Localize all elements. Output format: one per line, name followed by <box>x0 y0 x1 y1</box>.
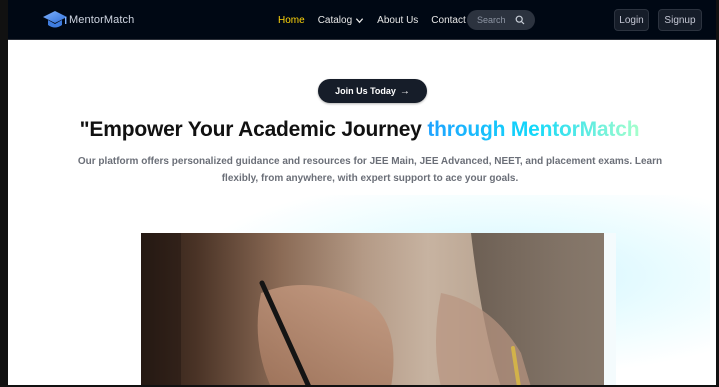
join-us-button[interactable]: Join Us Today → <box>318 79 427 103</box>
arrow-right-icon: → <box>399 85 410 97</box>
graduation-cap-icon <box>43 11 67 28</box>
login-button[interactable]: Login <box>614 9 649 31</box>
nav-link-home[interactable]: Home <box>278 15 305 26</box>
student-writing-photo <box>141 233 604 387</box>
signup-button[interactable]: Signup <box>658 9 702 31</box>
headline-prefix: "Empower Your Academic Journey <box>79 118 428 141</box>
hero-image-edge <box>604 233 616 387</box>
hero-headline: "Empower Your Academic Journey through M… <box>0 118 719 142</box>
nav-link-catalog[interactable]: Catalog <box>318 15 364 26</box>
chevron-down-icon <box>356 17 364 23</box>
headline-highlight: through MentorMatch <box>427 118 640 141</box>
nav-link-catalog-label: Catalog <box>317 14 353 26</box>
nav-link-about[interactable]: About Us <box>377 15 418 26</box>
nav-links: Home Catalog About Us Contact Us <box>278 0 494 40</box>
brand-name: MentorMatch <box>69 14 135 26</box>
navbar: MentorMatch Home Catalog About Us Contac… <box>8 0 716 40</box>
hero-image <box>141 233 604 387</box>
search-icon[interactable] <box>515 15 525 25</box>
window-frame-left <box>0 0 8 387</box>
brand-logo[interactable]: MentorMatch <box>42 9 134 31</box>
join-us-label: Join Us Today <box>335 86 396 96</box>
search-input[interactable] <box>477 15 511 25</box>
hero-description: Our platform offers personalized guidanc… <box>77 156 663 184</box>
search-box[interactable] <box>467 10 535 30</box>
